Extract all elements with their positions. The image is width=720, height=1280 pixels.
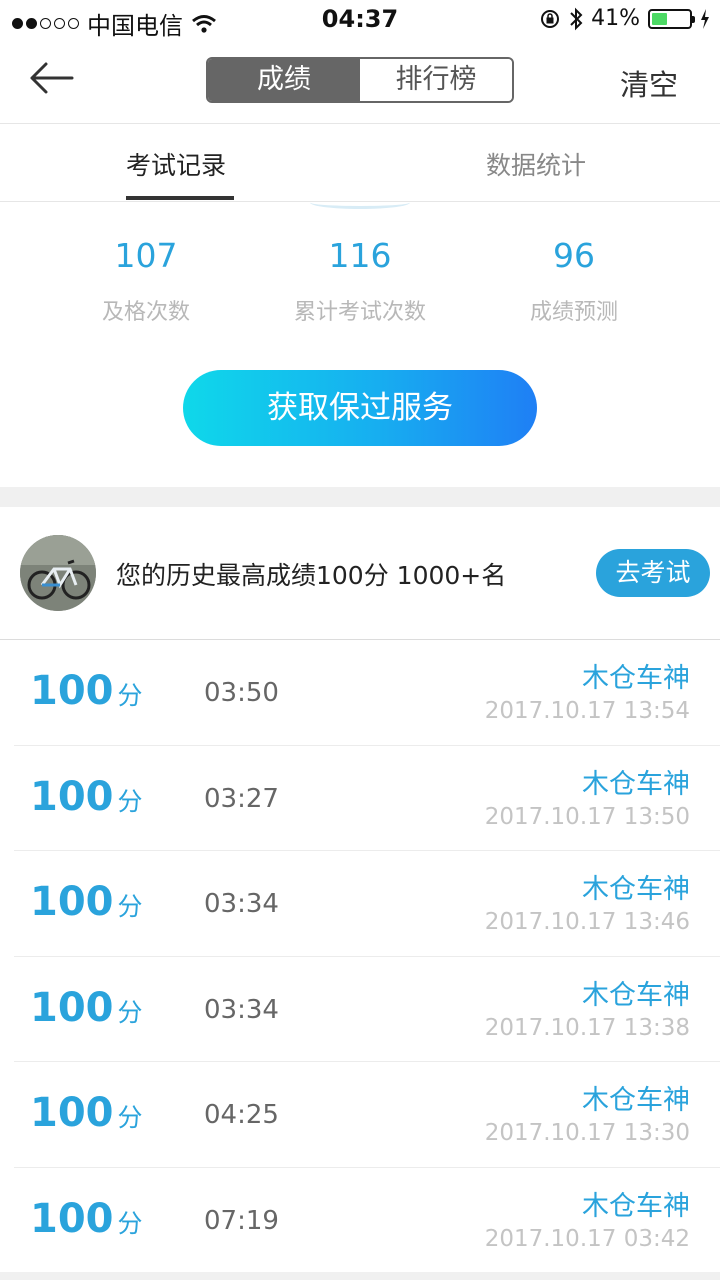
record-duration: 03:50: [204, 678, 279, 708]
record-date: 2017.10.17 03:42: [484, 1225, 690, 1252]
record-score: 100: [30, 879, 114, 925]
record-score-unit: 分: [117, 997, 143, 1027]
record-date: 2017.10.17 13:50: [484, 803, 690, 830]
segment-score[interactable]: 成绩: [208, 59, 360, 101]
record-score-unit: 分: [117, 892, 143, 921]
record-row[interactable]: 100 分 03:34 木仓车神 2017.10.17 13:46: [0, 851, 720, 957]
back-arrow-icon[interactable]: [28, 58, 76, 98]
pass-count-value: 107: [114, 236, 178, 275]
exam-record-list: 100 分 03:50 木仓车神 2017.10.17 13:54 100 分 03…: [0, 640, 720, 1273]
score-prediction-value: 96: [553, 236, 595, 275]
record-row[interactable]: 100 分 04:25 木仓车神 2017.10.17 13:30: [0, 1062, 720, 1168]
record-score: 100: [30, 984, 114, 1031]
record-username: 木仓车神: [582, 663, 690, 694]
status-bar: 中国电信 04:37 41%: [0, 0, 720, 40]
avatar[interactable]: [20, 535, 96, 611]
tab-exam-records[interactable]: 考试记录: [126, 146, 226, 182]
record-score-unit: 分: [117, 1103, 143, 1132]
active-tab-indicator: [126, 196, 234, 200]
record-date: 2017.10.17 13:46: [484, 909, 690, 935]
record-duration: 03:34: [204, 994, 279, 1025]
record-row[interactable]: 100 分 03:27 木仓车神 2017.10.17 13:50: [0, 746, 720, 852]
nav-bar: 成绩 排行榜 清空: [0, 40, 720, 124]
bottom-divider: [0, 1272, 720, 1280]
segmented-control: 成绩 排行榜: [206, 57, 514, 103]
clear-button[interactable]: 清空: [620, 62, 678, 104]
charging-icon: [701, 8, 709, 29]
record-row[interactable]: 100 分 03:34 木仓车神 2017.10.17 13:38: [0, 957, 720, 1063]
record-score: 100: [30, 1090, 114, 1136]
record-date: 2017.10.17 13:30: [484, 1120, 690, 1146]
battery-percent: 41%: [591, 6, 640, 31]
record-score-unit: 分: [117, 681, 143, 710]
best-score-text: 您的历史最高成绩100分 1000+名: [116, 561, 507, 590]
go-exam-button[interactable]: 去考试: [596, 549, 710, 597]
tab-data-stats[interactable]: 数据统计: [486, 146, 586, 182]
battery-icon: [648, 8, 695, 29]
record-score: 100: [30, 668, 114, 714]
record-username: 木仓车神: [582, 1085, 690, 1116]
record-username: 木仓车神: [582, 979, 690, 1011]
rotation-lock-icon: [541, 9, 560, 28]
record-username: 木仓车神: [582, 1190, 690, 1222]
bluetooth-icon: [570, 7, 583, 30]
record-username: 木仓车神: [582, 768, 690, 800]
record-score: 100: [30, 1195, 114, 1242]
record-score-unit: 分: [117, 1208, 143, 1238]
record-duration: 04:25: [204, 1100, 279, 1130]
total-exams-value: 116: [328, 236, 392, 275]
record-duration: 03:34: [204, 889, 279, 919]
score-prediction-label: 成绩预测: [529, 300, 618, 325]
best-score-row: 您的历史最高成绩100分 1000+名 去考试: [0, 507, 720, 640]
record-date: 2017.10.17 13:54: [484, 698, 690, 724]
get-pass-service-button[interactable]: 获取保过服务: [183, 370, 537, 446]
record-date: 2017.10.17 13:38: [484, 1014, 690, 1041]
record-row[interactable]: 100 分 03:50 木仓车神 2017.10.17 13:54: [0, 640, 720, 746]
bicycle-image: [20, 535, 96, 611]
tab-bar: 考试记录 数据统计: [0, 124, 720, 202]
section-divider: [0, 487, 720, 507]
pass-count-label: 及格次数: [101, 300, 190, 325]
record-username: 木仓车神: [582, 874, 690, 905]
total-exams-label: 累计考试次数: [293, 300, 426, 325]
record-duration: 03:27: [204, 783, 279, 814]
record-duration: 07:19: [204, 1205, 279, 1236]
decorative-arc: [310, 196, 410, 209]
record-row[interactable]: 100 分 07:19 木仓车神 2017.10.17 03:42: [0, 1168, 720, 1274]
segment-ranking[interactable]: 排行榜: [360, 59, 512, 101]
record-score: 100: [30, 773, 114, 820]
record-score-unit: 分: [117, 786, 143, 816]
